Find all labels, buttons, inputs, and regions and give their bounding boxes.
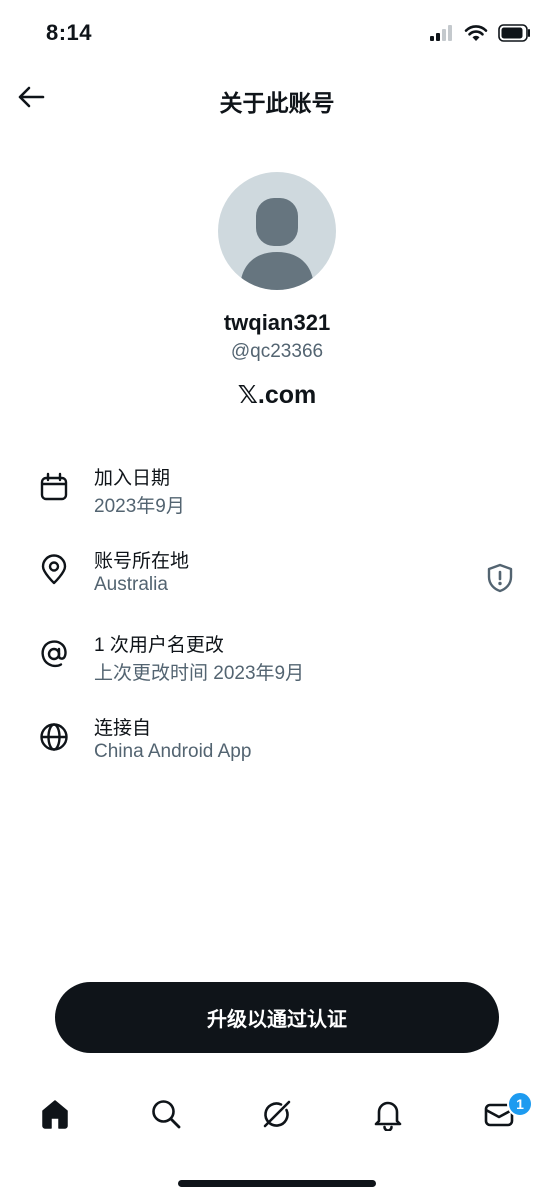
info-subtitle: 上次更改时间 2023年9月 [94, 663, 305, 684]
tab-grok[interactable] [257, 1094, 297, 1134]
at-sign-icon [41, 640, 67, 668]
upgrade-verify-button[interactable]: 升级以通过认证 [55, 982, 499, 1053]
tab-bar [0, 1080, 554, 1150]
display-name: twqian321 [223, 310, 331, 335]
info-title: 连接自 [94, 718, 152, 739]
bell-icon [374, 1101, 402, 1131]
info-item-connected-via: 连接自 China Android App [0, 713, 554, 783]
info-subtitle: Australia [94, 574, 168, 595]
avatar[interactable] [218, 172, 336, 290]
tab-search[interactable] [146, 1094, 186, 1134]
info-item-account-location: 账号所在地 Australia [0, 546, 554, 616]
status-time: 8:14 [46, 20, 93, 45]
search-icon [152, 1100, 181, 1129]
info-item-join-date: 加入日期 2023年9月 [0, 463, 554, 533]
page-title: 关于此账号 [219, 90, 335, 116]
tab-home[interactable] [35, 1094, 75, 1134]
messages-badge: 1 [507, 1091, 533, 1117]
info-title: 加入日期 [94, 468, 171, 489]
info-subtitle: China Android App [94, 741, 252, 762]
site-label: 𝕏.com [237, 381, 317, 409]
info-subtitle: 2023年9月 [94, 496, 185, 517]
status-icons [430, 24, 532, 42]
info-item-username-changes: 1 次用户名更改 上次更改时间 2023年9月 [0, 630, 554, 700]
wifi-icon [464, 25, 488, 41]
tab-notifications[interactable] [368, 1094, 408, 1134]
info-title: 账号所在地 [94, 551, 190, 572]
default-avatar-icon [240, 198, 314, 290]
nav-header: 关于此账号 [0, 66, 554, 130]
shield-warning-icon[interactable] [484, 562, 516, 594]
home-indicator[interactable] [178, 1180, 376, 1187]
location-pin-icon [41, 554, 67, 585]
grok-icon [263, 1100, 291, 1128]
home-icon [42, 1100, 68, 1129]
cellular-signal-icon [430, 25, 452, 41]
status-bar: 8:14 [0, 0, 554, 66]
info-title: 1 次用户名更改 [94, 635, 224, 656]
user-handle: @qc23366 [230, 341, 324, 362]
battery-icon [498, 24, 530, 42]
globe-icon [40, 723, 68, 751]
calendar-icon [40, 472, 68, 501]
